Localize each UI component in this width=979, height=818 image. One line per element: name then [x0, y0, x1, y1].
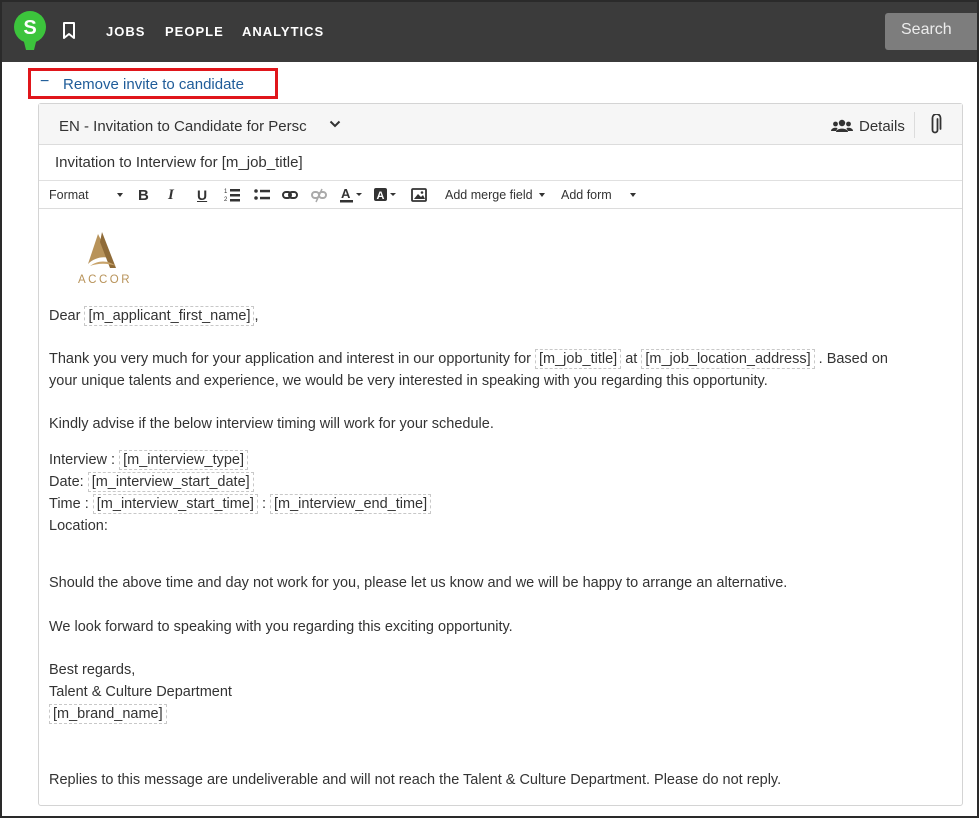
greeting-line: Dear [m_applicant_first_name], [49, 306, 259, 326]
add-form-label: Add form [561, 188, 612, 202]
details-label: Details [859, 117, 905, 135]
merge-field[interactable]: [m_job_title] [535, 349, 622, 369]
merge-field[interactable]: [m_job_location_address] [641, 349, 815, 369]
svg-text:ACCOR: ACCOR [78, 274, 132, 286]
paragraph: your unique talents and experience, we w… [49, 373, 768, 389]
accor-logo: ACCOR [78, 232, 132, 286]
merge-field[interactable]: [m_interview_start_date] [87, 472, 254, 492]
template-selector-row: EN - Invitation to Candidate for Persc D… [39, 104, 962, 145]
merge-field[interactable]: [m_brand_name] [49, 704, 167, 724]
subject-text: Invitation to Interview for [m_job_title… [55, 154, 303, 171]
numbered-list-icon[interactable]: 1 2 [224, 186, 240, 204]
email-editor: EN - Invitation to Candidate for Persc D… [38, 103, 963, 806]
add-form-dropdown[interactable]: Add form [561, 186, 636, 204]
interview-date-line: Date: [m_interview_start_date] [49, 472, 254, 494]
bold-button[interactable]: B [138, 186, 149, 204]
remove-invite-link[interactable]: Remove invite to candidate [63, 76, 244, 93]
signature-department: Talent & Culture Department [49, 684, 232, 700]
unlink-icon[interactable] [311, 186, 327, 204]
collapse-toggle-icon[interactable]: − [40, 73, 49, 91]
details-button[interactable]: Details [831, 115, 905, 137]
svg-text:A: A [341, 186, 351, 201]
formatting-toolbar: Format B I U 1 2 A A Add merge field Add… [39, 181, 962, 209]
top-navigation-bar: S JOBS PEOPLE ANALYTICS Search [2, 2, 977, 62]
signoff: Best regards, [49, 662, 136, 678]
caret-down-icon [629, 193, 636, 197]
people-icon [831, 119, 853, 132]
paragraph: Kindly advise if the below interview tim… [49, 416, 494, 432]
format-dropdown[interactable]: Format [49, 186, 89, 204]
bookmark-icon[interactable] [62, 22, 76, 40]
subject-field[interactable]: Invitation to Interview for [m_job_title… [39, 145, 962, 181]
interview-location-line: Location: [49, 518, 108, 534]
image-icon[interactable] [411, 186, 427, 204]
svg-text:A: A [377, 190, 385, 202]
caret-down-icon [538, 193, 545, 197]
add-merge-field-label: Add merge field [445, 188, 533, 202]
message-body[interactable]: ACCOR Dear [m_applicant_first_name], Tha… [39, 210, 962, 805]
app-logo-icon[interactable]: S [12, 10, 48, 54]
italic-button[interactable]: I [168, 186, 174, 204]
chevron-down-icon[interactable] [329, 119, 341, 129]
search-input[interactable]: Search [885, 13, 977, 50]
signature-brand-line: [m_brand_name] [49, 704, 167, 726]
underline-button[interactable]: U [197, 186, 207, 204]
background-color-icon[interactable]: A [374, 186, 398, 204]
divider [914, 112, 915, 138]
merge-field[interactable]: [m_applicant_first_name] [84, 306, 255, 326]
bullet-list-icon[interactable] [254, 186, 270, 204]
format-caret-icon[interactable] [117, 186, 123, 204]
paragraph: We look forward to speaking with you reg… [49, 619, 513, 635]
template-select[interactable]: EN - Invitation to Candidate for Persc [59, 118, 307, 135]
nav-people[interactable]: PEOPLE [165, 24, 224, 39]
nav-analytics[interactable]: ANALYTICS [242, 24, 324, 39]
link-icon[interactable] [282, 186, 298, 204]
app-window: S JOBS PEOPLE ANALYTICS Search − Remove … [0, 0, 979, 818]
merge-field[interactable]: [m_interview_end_time] [270, 494, 432, 514]
merge-field[interactable]: [m_interview_start_time] [92, 494, 258, 514]
paperclip-icon[interactable] [928, 114, 942, 136]
footer-notice: Replies to this message are undeliverabl… [49, 772, 782, 788]
interview-type-line: Interview : [m_interview_type] [49, 450, 249, 472]
add-merge-field-dropdown[interactable]: Add merge field [445, 186, 545, 204]
svg-text:1: 1 [224, 189, 228, 195]
nav-jobs[interactable]: JOBS [106, 24, 145, 39]
merge-field[interactable]: [m_interview_type] [119, 450, 249, 470]
paragraph: Should the above time and day not work f… [49, 575, 788, 591]
paragraph: Thank you very much for your application… [49, 349, 888, 369]
svg-text:2: 2 [224, 197, 228, 203]
text-color-icon[interactable]: A [340, 186, 364, 204]
interview-time-line: Time : [m_interview_start_time] : [m_int… [49, 494, 432, 516]
remove-invite-highlight: − Remove invite to candidate [28, 68, 278, 99]
app-logo-letter: S [23, 17, 36, 39]
